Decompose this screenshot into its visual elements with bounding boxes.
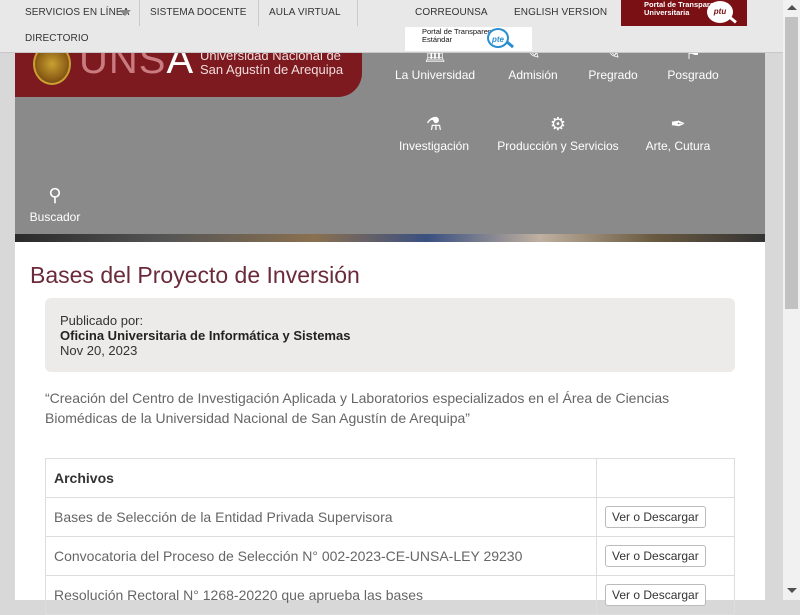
- separator: [258, 0, 259, 26]
- file-action-cell: Ver o Descargar: [596, 497, 735, 537]
- files-table: Archivos Bases de Selección de la Entida…: [45, 458, 735, 615]
- utility-bar: SERVICIOS EN LÍNEA SISTEMA DOCENTE AULA …: [0, 0, 783, 53]
- gears-icon: ⚙: [549, 114, 567, 134]
- table-row: Resolución Rectoral N° 1268-20220 que ap…: [45, 575, 735, 615]
- file-name: Bases de Selección de la Entidad Privada…: [45, 497, 597, 537]
- flask-icon: ⚗: [425, 114, 443, 134]
- file-action-cell: Ver o Descargar: [596, 536, 735, 576]
- separator: [139, 0, 140, 26]
- nav-buscador[interactable]: ⚲ Buscador: [24, 184, 86, 224]
- page-title: Bases del Proyecto de Inversión: [30, 262, 360, 288]
- nav-arte-cultura[interactable]: ✒ Arte, Cutura: [640, 113, 716, 153]
- project-description: “Creación del Centro de Investigación Ap…: [45, 390, 670, 426]
- ver-descargar-button[interactable]: Ver o Descargar: [605, 584, 706, 606]
- published-label: Publicado por:: [60, 313, 144, 328]
- published-by: Oficina Universitaria de Informática y S…: [60, 328, 351, 343]
- university-name: Universidad Nacional de San Agustín de A…: [200, 48, 344, 77]
- scroll-up-arrow-icon[interactable]: [787, 5, 797, 10]
- portal-transparencia-estandar-button[interactable]: Portal de Transparencia Estándar pte: [405, 27, 532, 51]
- table-row: Bases de Selección de la Entidad Privada…: [45, 497, 735, 537]
- pte-label: Portal de Transparencia Estándar: [422, 27, 502, 44]
- file-name: Convocatoria del Proceso de Selección N°…: [45, 536, 597, 576]
- aula-virtual-link[interactable]: AULA VIRTUAL: [269, 7, 341, 18]
- publication-info-box: Publicado por: Oficina Universitaria de …: [45, 298, 735, 372]
- english-version-link[interactable]: ENGLISH VERSION: [514, 7, 607, 18]
- table-header-row: Archivos: [45, 458, 735, 498]
- table-row: Convocatoria del Proceso de Selección N°…: [45, 536, 735, 576]
- ptu-magnifier-icon: ptu: [707, 1, 733, 23]
- ver-descargar-button[interactable]: Ver o Descargar: [605, 506, 706, 528]
- file-name: Resolución Rectoral N° 1268-20220 que ap…: [45, 575, 597, 615]
- search-icon: ⚲: [48, 185, 62, 205]
- hero-image-strip: [15, 234, 765, 242]
- actions-header: [596, 458, 735, 498]
- page-scrollbar[interactable]: [783, 0, 800, 600]
- correo-unsa-link[interactable]: CORREOUNSA: [415, 7, 488, 18]
- sistema-docente-link[interactable]: SISTEMA DOCENTE: [150, 7, 247, 18]
- pte-magnifier-icon: pte: [487, 28, 509, 48]
- nav-produccion-servicios[interactable]: ⚙ Producción y Servicios: [492, 113, 624, 153]
- nav-investigacion[interactable]: ⚗ Investigación: [394, 113, 474, 153]
- published-date: Nov 20, 2023: [60, 343, 138, 358]
- portal-transparencia-universitaria-button[interactable]: Portal de Transparencia Universitaria pt…: [621, 0, 747, 26]
- file-action-cell: Ver o Descargar: [596, 575, 735, 615]
- ver-descargar-button[interactable]: Ver o Descargar: [605, 545, 706, 567]
- scrollbar-thumb[interactable]: [785, 17, 798, 309]
- directorio-link[interactable]: DIRECTORIO: [25, 33, 89, 44]
- chevron-down-icon[interactable]: [119, 10, 131, 16]
- paintbrush-icon: ✒: [670, 114, 686, 134]
- main-content: Bases del Proyecto de Inversión Publicad…: [15, 242, 765, 615]
- servicios-en-linea-menu[interactable]: SERVICIOS EN LÍNEA: [25, 7, 129, 18]
- archivos-header: Archivos: [45, 458, 597, 498]
- scroll-down-arrow-icon[interactable]: [787, 588, 797, 593]
- separator: [357, 0, 358, 26]
